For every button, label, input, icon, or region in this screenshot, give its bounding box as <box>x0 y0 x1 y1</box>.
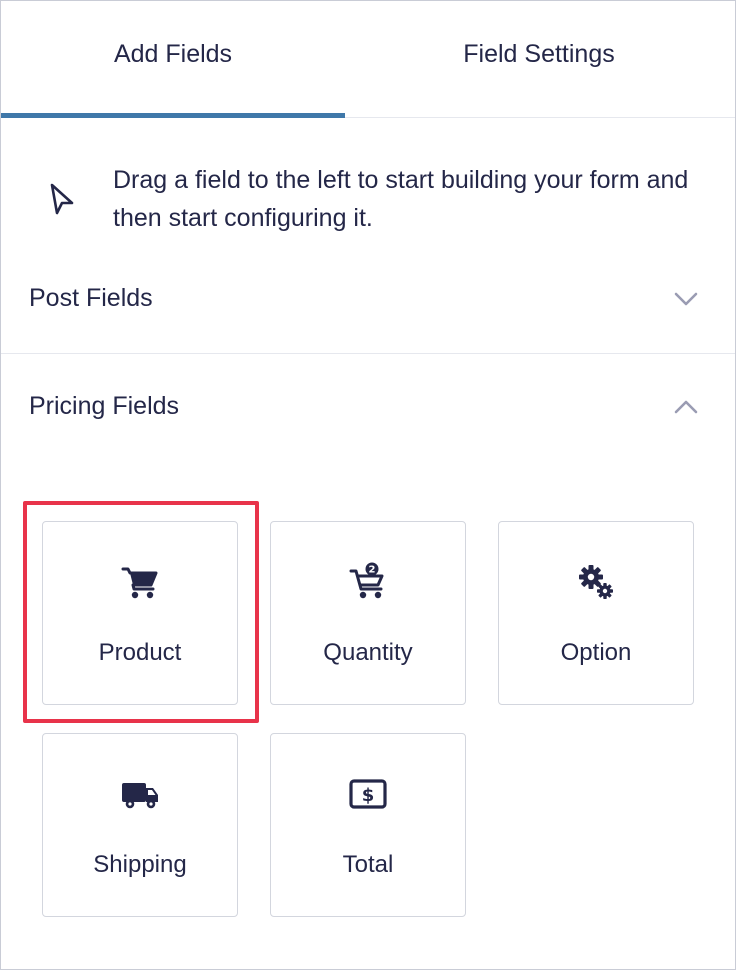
field-button-quantity[interactable]: 2 Quantity <box>270 521 466 705</box>
tab-field-settings[interactable]: Field Settings <box>367 1 711 117</box>
dollar-bill-icon: $ <box>349 779 387 809</box>
field-label: Product <box>98 639 182 666</box>
field-label: Total <box>342 851 394 878</box>
section-divider <box>1 353 735 354</box>
tab-add-fields[interactable]: Add Fields <box>1 1 345 117</box>
field-label: Quantity <box>323 639 413 666</box>
field-button-total[interactable]: $ Total <box>270 733 466 917</box>
cart-quantity-icon: 2 <box>349 562 384 599</box>
chevron-up-icon[interactable] <box>673 394 699 420</box>
field-label: Shipping <box>93 851 187 878</box>
field-button-shipping[interactable]: Shipping <box>42 733 238 917</box>
section-post-fields[interactable]: Post Fields <box>1 268 735 328</box>
field-button-product[interactable]: Product <box>42 521 238 705</box>
svg-text:2: 2 <box>369 565 376 576</box>
shopping-cart-icon <box>121 567 158 599</box>
section-title-post-fields: Post Fields <box>29 284 153 312</box>
svg-text:$: $ <box>362 785 375 806</box>
form-editor-sidebar: Add Fields Field Settings Drag a field t… <box>0 0 736 970</box>
drag-hint-text: Drag a field to the left to start buildi… <box>113 166 689 232</box>
field-label: Option <box>560 639 632 666</box>
cursor-arrow-icon <box>50 183 74 215</box>
section-title-pricing-fields: Pricing Fields <box>29 392 180 420</box>
active-tab-indicator <box>1 113 345 118</box>
gears-icon <box>579 565 613 599</box>
sidebar-tabs: Add Fields Field Settings <box>1 1 735 118</box>
chevron-down-icon[interactable] <box>673 286 699 312</box>
field-button-option[interactable]: Option <box>498 521 694 705</box>
section-pricing-fields[interactable]: Pricing Fields <box>1 376 735 436</box>
truck-icon <box>122 783 158 809</box>
